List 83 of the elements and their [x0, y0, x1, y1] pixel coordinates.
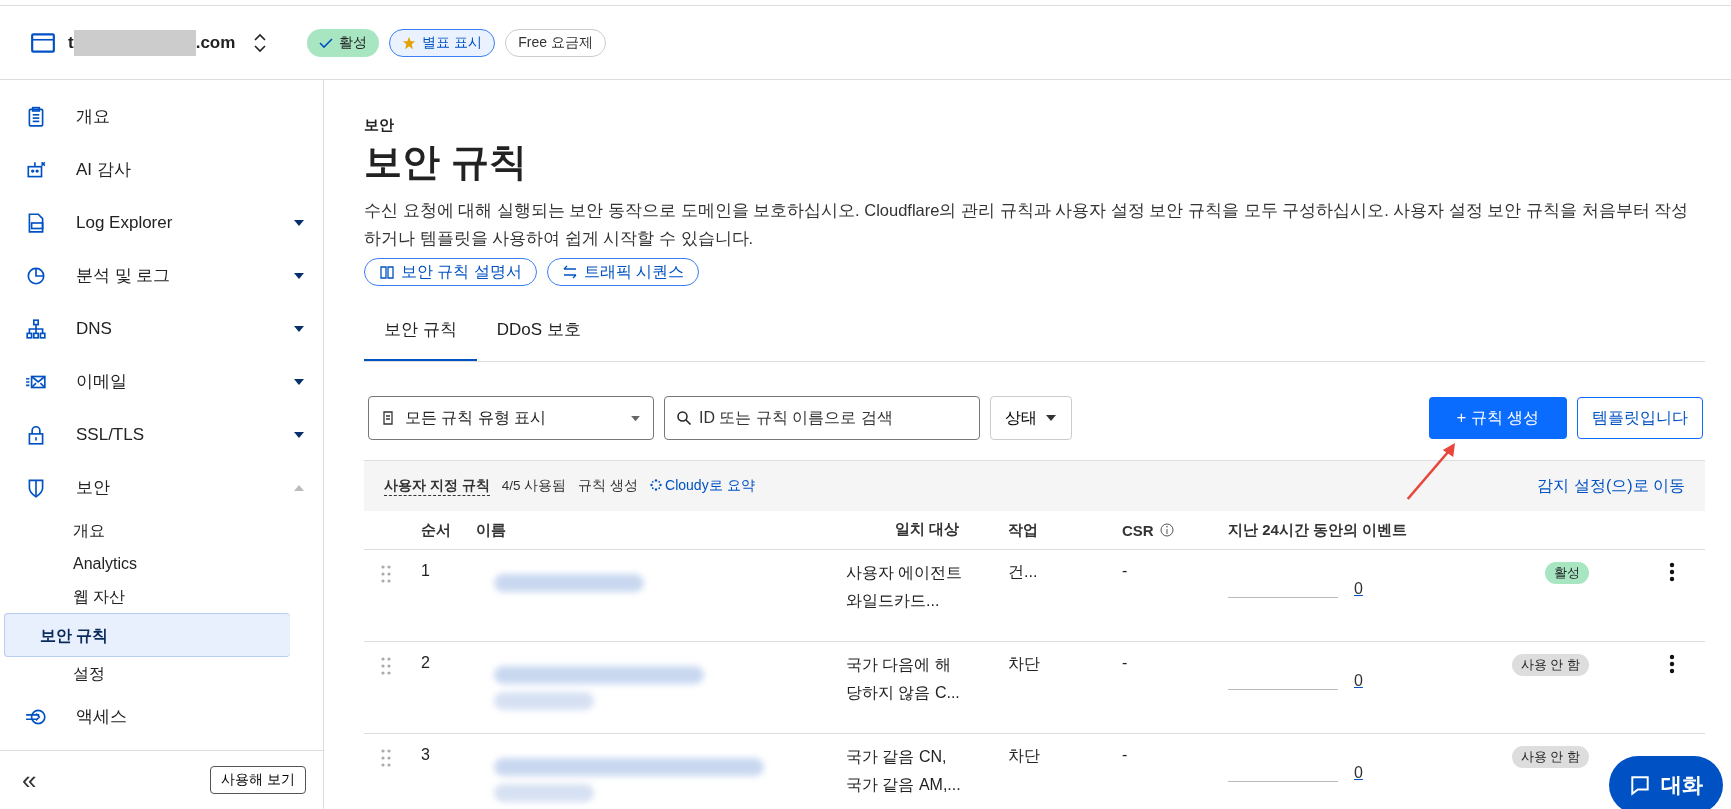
speech-bubble-icon — [1629, 774, 1651, 796]
more-options-icon[interactable] — [1669, 562, 1675, 582]
sidebar-item[interactable]: Log Explorer — [0, 196, 323, 249]
table-cell-text: 차단 — [1008, 654, 1041, 674]
table-cell-text: 국가 같음 CN, 국가 같음 AM,... — [846, 747, 962, 795]
sidebar-subitem[interactable]: 보안 규칙 — [4, 613, 290, 657]
sidebar-item[interactable]: 분석 및 로그 — [0, 249, 323, 302]
domain-name: t — [68, 32, 74, 53]
sidebar-item[interactable]: 개요 — [0, 90, 323, 143]
page-description: 수신 요청에 대해 실행되는 보안 동작으로 도메인을 보호하십시오. Cloudflare의 관리 규칙과 사용자 설정 보안 규칙을 모두 구성하십시오. 사용자 설정 보안 규칙을 처음부터 작성하거나 템플릿을 사용하여 쉽게 시작할 수 있습니다. — [364, 200, 1690, 249]
book-icon — [379, 264, 395, 280]
info-icon[interactable] — [1159, 523, 1174, 537]
swap-arrows-icon — [561, 264, 578, 280]
sidebar-item[interactable]: 액세스 — [0, 690, 323, 743]
event-count-link[interactable]: 0 — [1354, 672, 1363, 690]
column-header: 일치 대상 — [893, 518, 961, 539]
drag-handle-icon[interactable] — [380, 748, 392, 768]
summarize-link[interactable]: Cloudy로 요약 — [650, 477, 755, 495]
drag-handle-icon[interactable] — [380, 564, 392, 584]
table-cell-text: 2 — [420, 654, 431, 672]
detection-settings-link[interactable]: 감지 설정(으)로 이동 — [1537, 475, 1685, 497]
chevron-up-down-icon[interactable] — [253, 31, 268, 54]
table-cell-text: 사용자 에이전트 와일드카드... — [846, 563, 964, 611]
sidebar-item[interactable]: DNS — [0, 302, 323, 355]
column-header: 지난 24시간 동안의 이벤트 — [1228, 520, 1409, 540]
collapse-button[interactable]: « — [20, 767, 39, 793]
star-button[interactable]: 별표 표시 — [389, 28, 496, 57]
more-options-icon[interactable] — [1669, 654, 1675, 674]
doc-link-button[interactable]: 보안 규칙 설명서 — [364, 258, 537, 286]
rule-type-dropdown[interactable]: 모든 규칙 유형 표시 — [368, 396, 654, 440]
drag-handle-icon[interactable] — [380, 656, 392, 676]
caret-down-icon[interactable] — [293, 430, 305, 439]
status-filter-button[interactable]: 상태 — [990, 396, 1072, 440]
column-header: CSR — [1094, 521, 1228, 539]
tab[interactable]: 보안 규칙 — [364, 306, 477, 361]
page-title: 보안 규칙 — [364, 140, 528, 185]
caret-down-icon[interactable] — [293, 271, 305, 280]
sidebar-subitem[interactable]: 개요 — [37, 514, 323, 547]
caret-down-icon — [1045, 414, 1057, 422]
status-badge: 활성 — [1545, 562, 1589, 584]
table-cell-text: - — [1121, 562, 1129, 580]
sidebar-subitem[interactable]: Analytics — [37, 547, 323, 580]
table-cell-text: 3 — [420, 746, 431, 764]
sidebar-item[interactable]: 보안 — [0, 461, 323, 514]
table-cell-text: 차단 — [1008, 746, 1041, 766]
status-badge: 활성 — [307, 28, 380, 57]
table-cell-text: - — [1121, 654, 1129, 672]
try-button[interactable]: 사용해 보기 — [210, 766, 306, 794]
section-title: 사용자 지정 규칙 — [384, 476, 490, 496]
event-count-link[interactable]: 0 — [1354, 580, 1363, 598]
breadcrumb: 보안 — [364, 116, 395, 135]
column-header: 이름 — [476, 520, 507, 540]
event-count-link[interactable]: 0 — [1354, 764, 1363, 782]
sparkle-icon — [650, 479, 663, 491]
usage-count: 4/5 사용됨 — [501, 477, 567, 495]
doc-link-button[interactable]: 트래픽 시퀀스 — [546, 258, 700, 286]
caret-down-icon[interactable] — [293, 324, 305, 333]
chat-button[interactable]: 대화 — [1609, 756, 1723, 809]
domain-name: .com — [195, 32, 236, 53]
network-icon — [25, 317, 47, 340]
caret-down-icon[interactable] — [293, 218, 305, 227]
sidebar-item[interactable]: AI 감사 — [0, 143, 323, 196]
caret-down-icon[interactable] — [293, 377, 305, 386]
column-header: 순서 — [420, 520, 452, 540]
sidebar-subitem[interactable]: 설정 — [37, 657, 323, 690]
sidebar-item[interactable]: SSL/TLS — [0, 408, 323, 461]
status-badge: 사용 안 함 — [1511, 654, 1589, 676]
column-header: 작업 — [1008, 520, 1039, 540]
status-badge: 사용 안 함 — [1511, 746, 1589, 768]
star-icon — [402, 35, 417, 50]
caret-down-icon — [630, 414, 641, 422]
create-rule-button[interactable]: + 규칙 생성 — [1428, 397, 1567, 439]
table-cell-text: - — [1121, 746, 1129, 764]
table-cell-text: 1 — [420, 562, 431, 580]
tab[interactable]: DDoS 보호 — [476, 306, 601, 361]
create-rule-link[interactable]: 규칙 생성 — [578, 477, 639, 495]
table-cell-text: 건... — [1008, 562, 1039, 582]
template-button[interactable]: 템플릿입니다 — [1577, 397, 1703, 439]
sidebar-subitem[interactable]: 웹 자산 — [37, 580, 323, 613]
check-icon — [319, 35, 334, 50]
sidebar-item[interactable]: 이메일 — [0, 355, 323, 408]
search-field[interactable]: ID 또는 규칙 이름으로 검색 — [664, 396, 980, 440]
table-cell-text: 국가 다음에 해 당하지 않음 C... — [846, 655, 961, 703]
